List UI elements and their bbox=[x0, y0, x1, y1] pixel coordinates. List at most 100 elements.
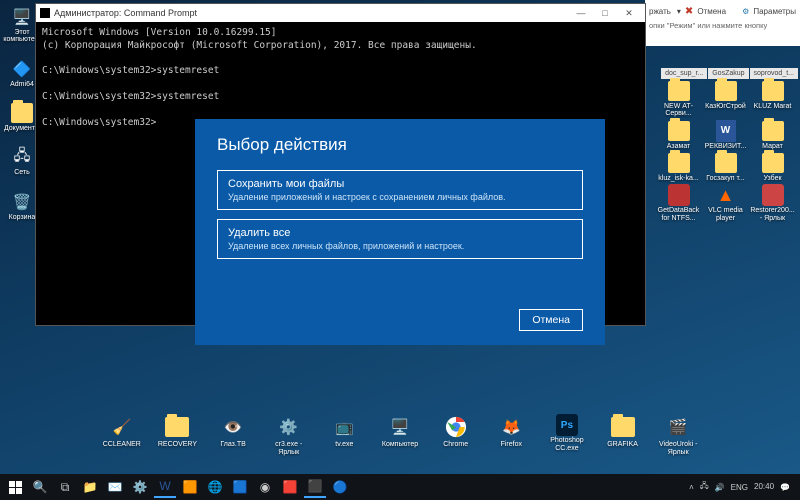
close-button[interactable]: ✕ bbox=[617, 5, 641, 21]
icon-label: Chrome bbox=[443, 441, 468, 448]
folder-item[interactable]: Госзакуп т... bbox=[703, 152, 748, 182]
app-shortcut[interactable]: 👁️Глаз.ТВ bbox=[211, 414, 255, 456]
browser-taskbar[interactable]: 🌐 bbox=[204, 476, 226, 498]
option-desc: Удаление всех личных файлов, приложений … bbox=[228, 241, 572, 251]
folder-icon bbox=[668, 80, 690, 102]
folder-item[interactable]: Марат bbox=[750, 120, 795, 150]
system-tray: ˄ 🖧 🔊 ENG 20:40 💬 bbox=[689, 480, 796, 494]
icon-label: GetDataBack for NTFS... bbox=[656, 207, 701, 222]
hint-text: опки "Режим" или нажмите кнопку bbox=[649, 21, 796, 30]
icon-label: CCLEANER bbox=[103, 441, 141, 448]
icon-label: Компьютер bbox=[382, 441, 418, 448]
photoshop-shortcut[interactable]: PsPhotoshop CC.exe bbox=[545, 414, 589, 456]
icon-label: Госзакуп т... bbox=[706, 175, 744, 182]
app-taskbar[interactable]: 🔵 bbox=[329, 476, 351, 498]
app-shortcut[interactable]: 🧹CCLEANER bbox=[100, 414, 144, 456]
folder-icon bbox=[11, 102, 33, 124]
cancel-icon[interactable]: ✖ bbox=[685, 6, 693, 17]
maximize-button[interactable]: □ bbox=[593, 5, 617, 21]
explorer-taskbar[interactable]: 📁 bbox=[79, 476, 101, 498]
firefox-shortcut[interactable]: 🦊Firefox bbox=[489, 414, 533, 456]
tv-icon: 📺 bbox=[331, 414, 357, 440]
folder-icon bbox=[715, 80, 737, 102]
settings-icon[interactable]: ⚙ bbox=[742, 7, 749, 16]
app-shortcut[interactable]: 📺tv.exe bbox=[323, 414, 367, 456]
firefox-icon: 🦊 bbox=[498, 414, 524, 440]
file-tab[interactable]: GosZakup bbox=[708, 68, 748, 79]
cmd-taskbar[interactable]: ⬛ bbox=[304, 476, 326, 498]
file-tab[interactable]: doc_sup_r... bbox=[661, 68, 707, 79]
option-remove-everything[interactable]: Удалить все Удаление всех личных файлов,… bbox=[217, 219, 583, 259]
document-icon: W bbox=[716, 120, 736, 142]
chrome-taskbar[interactable]: ◉ bbox=[254, 476, 276, 498]
icon-label: Азамат bbox=[667, 143, 691, 150]
chrome-shortcut[interactable]: Chrome bbox=[434, 414, 478, 456]
tray-chevron-icon[interactable]: ˄ bbox=[689, 483, 694, 492]
app-taskbar[interactable]: 🟥 bbox=[279, 476, 301, 498]
folder-item[interactable]: КазЮгСтрой bbox=[703, 80, 748, 118]
folder-item[interactable]: KLUZ Marat bbox=[750, 80, 795, 118]
app-shortcut[interactable]: 🎬VideoUroki - Ярлык bbox=[656, 414, 700, 456]
dialog-title: Выбор действия bbox=[217, 135, 583, 155]
icon-label: Admi64 bbox=[10, 81, 34, 88]
vlc-icon: ▲ bbox=[715, 184, 737, 206]
folder-item[interactable]: NEW АТ-Серви... bbox=[656, 80, 701, 118]
network-icon: 🖧 bbox=[11, 146, 33, 168]
icon-label: Корзина bbox=[9, 214, 36, 221]
icon-label: Firefox bbox=[501, 441, 522, 448]
task-view-button[interactable]: ⧉ bbox=[54, 476, 76, 498]
vlc-shortcut[interactable]: ▲VLC media player bbox=[703, 184, 748, 222]
minimize-button[interactable]: ― bbox=[569, 5, 593, 21]
mail-taskbar[interactable]: ✉️ bbox=[104, 476, 126, 498]
cmd-icon bbox=[40, 8, 50, 18]
icon-label: VLC media player bbox=[703, 207, 748, 222]
icon-label: NEW АТ-Серви... bbox=[656, 103, 701, 118]
icon-label: RECOVERY bbox=[158, 441, 197, 448]
app-taskbar[interactable]: 🟧 bbox=[179, 476, 201, 498]
settings-taskbar[interactable]: ⚙️ bbox=[129, 476, 151, 498]
start-button[interactable] bbox=[4, 476, 26, 498]
folder-item[interactable]: Азамат bbox=[656, 120, 701, 150]
icon-label: tv.exe bbox=[335, 441, 353, 448]
video-icon: 🎬 bbox=[665, 414, 691, 440]
option-desc: Удаление приложений и настроек с сохране… bbox=[228, 192, 572, 202]
folder-icon bbox=[164, 414, 190, 440]
terminal-output[interactable]: Microsoft Windows [Version 10.0.16299.15… bbox=[36, 22, 645, 135]
word-doc-icon[interactable]: WРЕКВИЗИТ... bbox=[703, 120, 748, 150]
window-titlebar[interactable]: Администратор: Command Prompt ― □ ✕ bbox=[36, 4, 645, 22]
option-keep-files[interactable]: Сохранить мои файлы Удаление приложений … bbox=[217, 170, 583, 210]
app-taskbar[interactable]: 🟦 bbox=[229, 476, 251, 498]
folder-icon bbox=[610, 414, 636, 440]
folder-item[interactable]: Узбек bbox=[750, 152, 795, 182]
tray-volume-icon[interactable]: 🔊 bbox=[715, 483, 725, 492]
ccleaner-icon: 🧹 bbox=[109, 414, 135, 440]
search-button[interactable]: 🔍 bbox=[29, 476, 51, 498]
params-label: Параметры bbox=[753, 7, 796, 16]
clock[interactable]: 20:40 bbox=[754, 483, 774, 492]
file-tab[interactable]: soprovod_t... bbox=[750, 68, 798, 79]
monitor-icon: 🖥️ bbox=[11, 6, 33, 28]
folder-icon bbox=[762, 80, 784, 102]
language-indicator[interactable]: ENG bbox=[731, 483, 748, 492]
photoshop-icon: Ps bbox=[556, 414, 578, 436]
folder-item[interactable]: GRAFIKA bbox=[601, 414, 645, 456]
icon-label: КазЮгСтрой bbox=[705, 103, 746, 110]
trash-icon: 🗑️ bbox=[11, 191, 33, 213]
tray-network-icon[interactable]: 🖧 bbox=[700, 480, 709, 494]
app-icon bbox=[668, 184, 690, 206]
folder-item[interactable]: kluz_isk-ka... bbox=[656, 152, 701, 182]
folder-icon bbox=[668, 152, 690, 174]
notifications-button[interactable]: 💬 bbox=[780, 483, 790, 492]
app-shortcut[interactable]: GetDataBack for NTFS... bbox=[656, 184, 701, 222]
folder-item[interactable]: RECOVERY bbox=[156, 414, 200, 456]
icon-label: VideoUroki - Ярлык bbox=[656, 441, 700, 456]
icon-label: Марат bbox=[762, 143, 783, 150]
computer-shortcut[interactable]: 🖥️Компьютер bbox=[378, 414, 422, 456]
cancel-button[interactable]: Отмена bbox=[519, 309, 583, 331]
word-taskbar[interactable]: W bbox=[154, 476, 176, 498]
folder-icon bbox=[762, 152, 784, 174]
icon-label: Restorer200... - Ярлык bbox=[750, 207, 795, 222]
app-shortcut[interactable]: ⚙️cr3.exe - Ярлык bbox=[267, 414, 311, 456]
icon-label: GRAFIKA bbox=[607, 441, 638, 448]
app-shortcut[interactable]: Restorer200... - Ярлык bbox=[750, 184, 795, 222]
